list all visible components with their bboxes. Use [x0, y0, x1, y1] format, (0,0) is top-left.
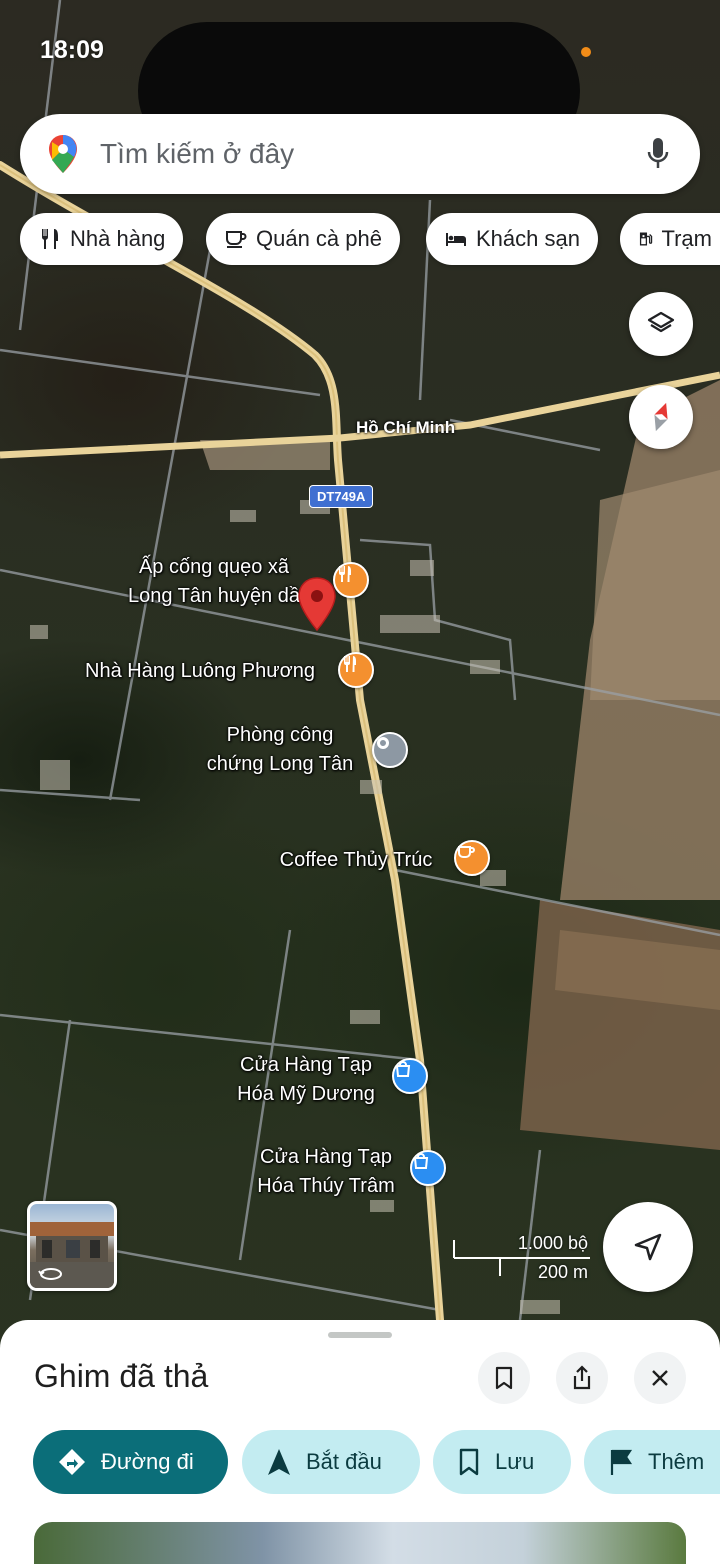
scale-imperial: 1.000 bộ [517, 1233, 588, 1253]
chip-gas-stations[interactable]: Trạm [620, 213, 720, 265]
save-button[interactable]: Lưu [433, 1430, 571, 1494]
place-photo[interactable] [34, 1522, 686, 1564]
bookmark-icon [459, 1448, 479, 1476]
bookmark-icon [495, 1366, 513, 1390]
navigation-arrow-icon [634, 1233, 662, 1261]
chip-cafes[interactable]: Quán cà phê [206, 213, 400, 265]
layers-button[interactable] [629, 292, 693, 356]
shopping-bag-icon[interactable] [392, 1058, 428, 1094]
directions-icon [59, 1449, 85, 1475]
store-my-duong-label[interactable]: Cửa Hàng Tạp Hóa Mỹ Dương [226, 1051, 386, 1109]
store-thuy-tram-label[interactable]: Cửa Hàng Tạp Hóa Thúy Trâm [246, 1143, 406, 1201]
bed-icon [446, 233, 466, 246]
layers-icon [647, 311, 675, 333]
fork-knife-icon [42, 229, 58, 249]
coffee-marker-icon[interactable] [454, 840, 490, 876]
directions-label: Đường đi [101, 1449, 194, 1474]
restaurant-marker-icon[interactable] [333, 562, 369, 598]
street-view-thumbnail[interactable] [27, 1201, 117, 1291]
privacy-indicator [581, 47, 591, 57]
directions-button[interactable]: Đường đi [33, 1430, 228, 1494]
share-icon [573, 1365, 591, 1390]
coffee-cup-icon [226, 231, 247, 248]
restaurant-marker-icon[interactable] [338, 652, 374, 688]
coffee-label[interactable]: Coffee Thủy Trúc [266, 846, 446, 875]
chip-hotels[interactable]: Khách sạn [426, 213, 598, 265]
chip-label: Trạm [661, 226, 712, 251]
google-maps-logo-icon [49, 135, 77, 173]
road-shield-dt749a: DT749A [309, 485, 374, 508]
share-button[interactable] [556, 1352, 608, 1404]
chip-label: Quán cà phê [256, 226, 382, 251]
scale-metric: 200 m [537, 1262, 588, 1282]
microphone-icon[interactable] [644, 134, 672, 174]
start-label: Bắt đầu [306, 1449, 382, 1474]
save-label: Lưu [495, 1449, 535, 1474]
save-icon-button[interactable] [478, 1352, 530, 1404]
restaurant-label[interactable]: Nhà Hàng Luông Phương [70, 657, 330, 686]
place-title: Ghim đã thả [34, 1358, 209, 1394]
more-button[interactable]: Thêm [584, 1430, 720, 1494]
place-bottom-sheet[interactable]: Ghim đã thả Đường đi Bắt đầu Lưu Thêm [0, 1320, 720, 1564]
chip-label: Khách sạn [476, 226, 580, 251]
rotate-360-icon [38, 1268, 62, 1280]
place-marker-icon[interactable] [372, 732, 408, 768]
shopping-bag-icon[interactable] [410, 1150, 446, 1186]
compass-icon [654, 402, 668, 432]
my-location-button[interactable] [603, 1202, 693, 1292]
chip-restaurants[interactable]: Nhà hàng [20, 213, 184, 265]
dropped-pin-icon[interactable] [296, 576, 338, 634]
chip-label: Nhà hàng [70, 226, 166, 251]
compass-button[interactable] [629, 385, 693, 449]
notary-label[interactable]: Phòng công chứng Long Tân [190, 721, 370, 779]
close-icon [652, 1370, 668, 1386]
more-label: Thêm [648, 1449, 705, 1474]
sheet-drag-handle[interactable] [328, 1332, 392, 1338]
status-time: 18:09 [40, 36, 104, 64]
highway-label: Hồ Chí Minh [356, 418, 456, 437]
search-bar[interactable]: Tìm kiếm ở đây [20, 114, 700, 194]
map-scale: 1.000 bộ 200 m [452, 1230, 592, 1286]
close-button[interactable] [634, 1352, 686, 1404]
search-input[interactable]: Tìm kiếm ở đây [100, 138, 644, 170]
gas-pump-icon [639, 232, 653, 246]
navigation-start-icon [268, 1449, 290, 1475]
flag-icon [610, 1449, 633, 1475]
start-navigation-button[interactable]: Bắt đầu [242, 1430, 420, 1494]
